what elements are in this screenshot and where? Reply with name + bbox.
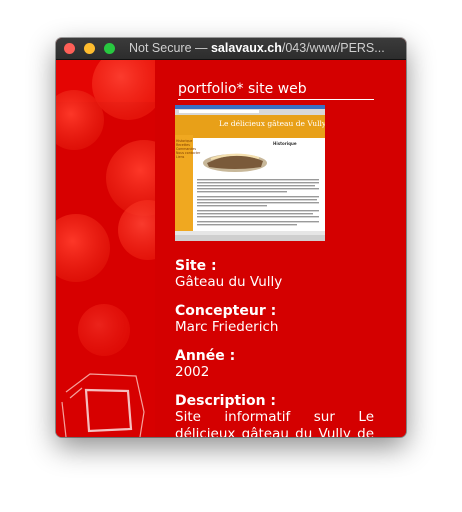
page-content: portfolio* site web Le délicieux gâteau …: [56, 60, 406, 437]
designer-value: Marc Friederich: [175, 319, 279, 335]
page-title: portfolio* site web: [178, 81, 374, 100]
thumbnail-site-title: Le délicieux gâteau de Vully: [219, 119, 325, 128]
thumbnail-section-title: Historique: [273, 141, 297, 146]
title-prefix: Not Secure —: [129, 41, 211, 55]
year-value: 2002: [175, 364, 210, 380]
browser-window: Not Secure — salavaux.ch/043/www/PERS...: [56, 38, 406, 437]
thumbnail-menu-item: Liens: [176, 155, 185, 159]
description-label: Description :: [175, 393, 277, 409]
year-label: Année :: [175, 348, 236, 364]
minimize-window-button[interactable]: [84, 43, 95, 54]
bubbles-decoration: [56, 60, 155, 437]
description-value: Site informatif sur Le délicieux gâteau …: [175, 409, 374, 437]
site-label: Site :: [175, 258, 217, 274]
zoom-window-button[interactable]: [104, 43, 115, 54]
decorative-sidebar: [56, 60, 155, 437]
site-value: Gâteau du Vully: [175, 274, 283, 290]
title-path: /043/www/PERS...: [281, 41, 385, 55]
close-window-button[interactable]: [64, 43, 75, 54]
window-title: Not Secure — salavaux.ch/043/www/PERS...: [129, 41, 406, 55]
thumbnail-image: Le délicieux gâteau de Vully Historique …: [175, 105, 325, 241]
designer-label: Concepteur :: [175, 303, 277, 319]
title-domain: salavaux.ch: [210, 41, 282, 55]
title-bar[interactable]: Not Secure — salavaux.ch/043/www/PERS...: [56, 38, 406, 60]
site-screenshot-thumbnail[interactable]: Le délicieux gâteau de Vully Historique …: [175, 105, 325, 241]
main-content: portfolio* site web Le délicieux gâteau …: [155, 60, 406, 437]
